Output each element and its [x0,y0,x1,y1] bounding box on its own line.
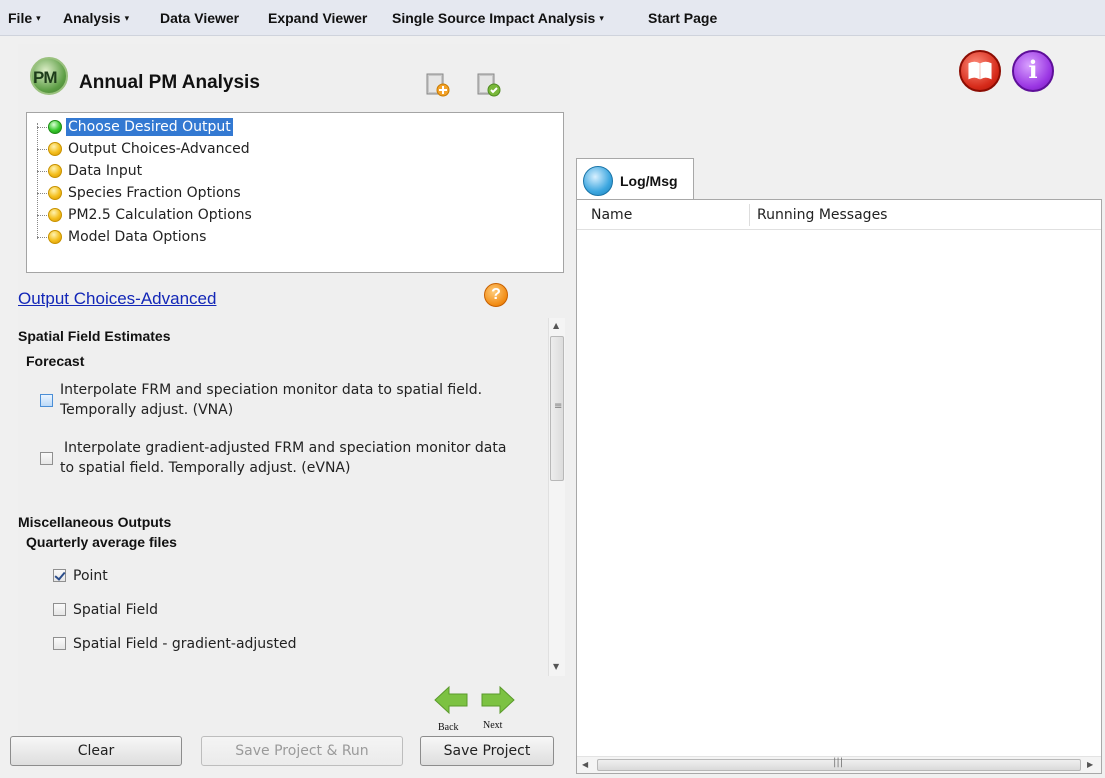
options-panel: Spatial Field Estimates Forecast Interpo… [18,316,568,684]
next-label: Next [483,720,503,731]
log-horizontal-scrollbar[interactable]: ◀ ||| ▶ [577,756,1101,773]
workflow-tree: Choose Desired Output Output Choices-Adv… [26,112,564,273]
log-table: Name Running Messages ◀ ||| ▶ [576,199,1102,774]
menu-bar: File ▾ Analysis ▾ Data Viewer Expand Viewe… [0,0,1105,36]
tab-log-msg[interactable]: Log/Msg [576,158,694,200]
evna-checkbox[interactable] [40,452,53,465]
status-green-icon [48,120,62,134]
menu-expand-viewer[interactable]: Expand Viewer [268,10,367,26]
save-project-run-button[interactable]: Save Project & Run [201,736,403,766]
new-project-icon[interactable] [426,71,450,97]
heading-quarterly-average-files: Quarterly average files [26,534,177,550]
log-icon [583,166,613,196]
menu-single-source-impact[interactable]: Single Source Impact Analysis ▾ [392,10,606,26]
menu-data-viewer[interactable]: Data Viewer [160,10,239,26]
spatial-field-gradient-checkbox[interactable] [53,637,66,650]
info-icon[interactable]: i [1012,50,1054,92]
status-yellow-icon [48,164,62,178]
scroll-left-icon[interactable]: ◀ [582,760,588,769]
column-header-running-messages[interactable]: Running Messages [757,207,887,223]
status-yellow-icon [48,208,62,222]
heading-miscellaneous-outputs: Miscellaneous Outputs [18,514,172,530]
panel-title: Annual PM Analysis [79,72,260,93]
scroll-down-icon[interactable]: ▼ [553,662,559,671]
chevron-down-icon: ▾ [599,13,604,23]
section-title-link[interactable]: Output Choices-Advanced [18,289,216,309]
checkbox-row-vna[interactable]: Interpolate FRM and speciation monitor d… [40,380,540,424]
heading-forecast: Forecast [26,353,85,369]
chevron-down-icon: ▾ [124,13,130,23]
save-project-button[interactable]: Save Project [420,736,554,766]
pm-logo-icon: PM [30,57,68,95]
heading-spatial-field-estimates: Spatial Field Estimates [18,328,171,344]
checkbox-row-point[interactable]: Point [53,566,253,588]
spatial-field-checkbox[interactable] [53,603,66,616]
status-yellow-icon [48,230,62,244]
point-checkbox[interactable] [53,569,66,582]
tree-connector [37,123,38,239]
vna-checkbox[interactable] [40,394,53,407]
options-vertical-scrollbar[interactable]: ▲ ≡ ▼ [548,318,565,676]
chevron-down-icon: ▾ [36,13,41,23]
menu-start-page[interactable]: Start Page [648,10,717,26]
menu-analysis[interactable]: Analysis ▾ [63,10,131,26]
checkbox-row-spatial-field-gradient[interactable]: Spatial Field - gradient-adjusted [53,634,373,656]
status-yellow-icon [48,142,62,156]
book-icon[interactable] [959,50,1001,92]
scroll-up-icon[interactable]: ▲ [553,321,559,330]
right-panel: i Log/Msg Name Running Messages ◀ ||| ▶ [572,44,1105,778]
status-yellow-icon [48,186,62,200]
left-panel: PM Annual PM Analysis Choose Desired Out… [10,44,570,770]
column-header-name[interactable]: Name [591,207,632,223]
help-icon[interactable]: ? [484,283,508,307]
back-label: Back [438,722,459,733]
scrollbar-thumb[interactable]: ≡ [550,336,564,481]
log-table-header: Name Running Messages [577,200,1101,230]
clear-button[interactable]: Clear [10,736,182,766]
checkbox-row-evna[interactable]: Interpolate gradient-adjusted FRM and sp… [40,438,550,482]
scroll-right-icon[interactable]: ▶ [1087,760,1093,769]
app-window: File ▾ Analysis ▾ Data Viewer Expand Viewe… [0,0,1105,778]
checkbox-row-spatial-field[interactable]: Spatial Field [53,600,253,622]
menu-file[interactable]: File ▾ [8,10,43,26]
scrollbar-thumb[interactable]: ||| [597,757,1081,771]
open-project-icon[interactable] [477,71,501,97]
panel-header: PM Annual PM Analysis [18,44,570,110]
